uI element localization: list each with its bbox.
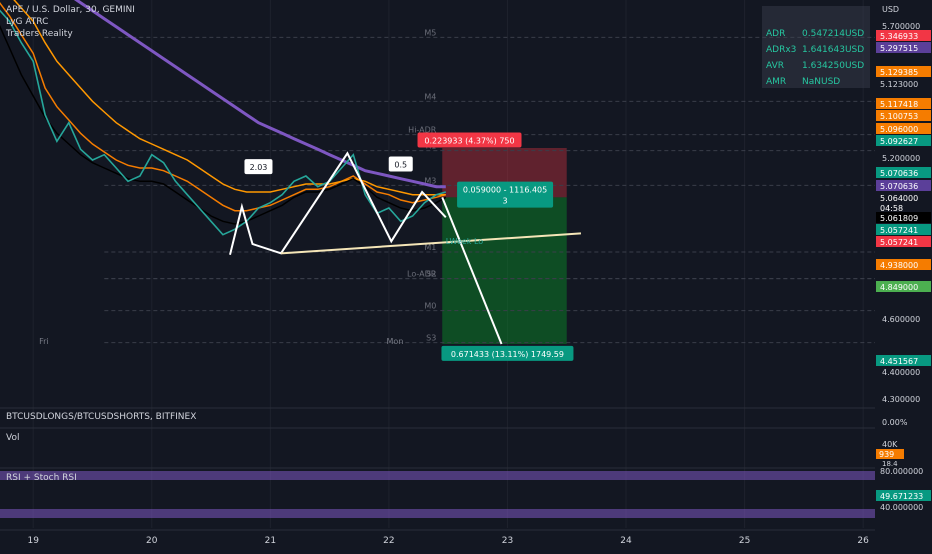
rsi-title[interactable]: RSI + Stoch RSI: [6, 473, 77, 483]
tradingview-chart: M5M4Hi-ADRR1M3M1S2Lo-ADRM0S3 2.030.50.22…: [0, 0, 932, 550]
rsi-lower-band: [0, 509, 875, 518]
volume-title[interactable]: Vol: [6, 433, 19, 443]
symbol-title[interactable]: APE / U.S. Dollar, 30, GEMINI: [6, 4, 135, 16]
stats-row: AVR 1.634250USD: [766, 58, 866, 74]
stats-label: ADR: [766, 29, 786, 39]
stop-label: 0.223933 (4.37%) 750: [424, 137, 514, 146]
price-tag: 5.057241: [880, 226, 918, 235]
rsi-value: 49.671233: [880, 492, 923, 501]
indicator-lyg-atrc[interactable]: LyG ATRC: [6, 16, 135, 28]
fib-b-label: 0.5: [394, 161, 407, 170]
time-tick: 23: [502, 536, 513, 546]
price-tag: 5.070636: [880, 182, 918, 191]
rsi-lower: 40.000000: [880, 503, 923, 512]
take-profit-zone: [442, 197, 567, 344]
level-label: M4: [424, 92, 436, 101]
price-tag: 4.849000: [880, 283, 918, 292]
day-label-fri: Fri: [39, 337, 49, 346]
price-tag: 5.092627: [880, 137, 918, 146]
stats-value: 0.547214USD: [802, 29, 865, 39]
axis-tick: 5.200000: [882, 154, 920, 163]
time-tick: 20: [146, 536, 158, 546]
price-tag: 5.096000: [880, 125, 918, 134]
axis-tick: 4.600000: [882, 315, 920, 324]
price-tag: 5.346933: [880, 32, 918, 41]
price-tag: 5.100753: [880, 112, 918, 121]
entry-label-1: 0.059000 - 1116.405: [463, 186, 547, 195]
axis-currency: USD: [882, 5, 899, 14]
price-tag: 5.297515: [880, 44, 918, 53]
longs-shorts-title[interactable]: BTCUSDLONGS/BTCUSDSHORTS, BITFINEX: [6, 412, 196, 422]
price-tag: 04:58: [880, 204, 903, 213]
fib-a-label: 2.03: [250, 163, 268, 172]
stats-row: ADRx3 1.641643USD: [766, 42, 866, 58]
time-tick: 22: [383, 536, 394, 546]
stats-value: 1.641643USD: [802, 45, 865, 55]
day-label-mon: Mon: [387, 337, 404, 346]
axis-tick: 4.300000: [882, 395, 920, 404]
stats-table: ADR 0.547214USD ADRx3 1.641643USD AVR 1.63425…: [762, 6, 870, 88]
chart-header: APE / U.S. Dollar, 30, GEMINI LyG ATRC T…: [6, 4, 135, 40]
volume-axis: 40K: [882, 440, 898, 449]
stats-value: 1.634250USD: [802, 61, 865, 71]
stats-value: NaNUSD: [802, 77, 841, 87]
price-tag: 5.064000: [880, 194, 918, 203]
entry-label-2: 3: [503, 197, 508, 206]
axis-tick: 5.700000: [882, 22, 920, 31]
longs-shorts-value: 0.00%: [882, 418, 908, 427]
stats-row: AMR NaNUSD: [766, 74, 866, 90]
indicator-traders-reality[interactable]: Traders Reality: [6, 28, 135, 40]
price-tag: 4.451567: [880, 357, 918, 366]
stats-label: AMR: [766, 77, 787, 87]
price-tag: 5.057241: [880, 238, 918, 247]
stats-row: ADR 0.547214USD: [766, 26, 866, 42]
rsi-upper-band: [0, 471, 875, 480]
price-tag: 4.938000: [880, 261, 918, 270]
level-label: S3: [426, 334, 436, 343]
time-tick: 24: [620, 536, 632, 546]
price-axis[interactable]: USD 5.700000 5.200000 4.600000 4.400000 4.300…: [875, 0, 932, 550]
week-low-label: LWeek Lo: [446, 237, 484, 246]
volume-tag-1: 939: [879, 450, 894, 459]
stats-label: AVR: [766, 61, 784, 71]
price-tag: 5.061809: [880, 214, 918, 223]
time-tick: 21: [265, 536, 276, 546]
rsi-upper: 80.000000: [880, 467, 923, 476]
axis-tick: 4.400000: [882, 368, 920, 377]
price-tag: 5.117418: [880, 100, 918, 109]
stats-label: ADRx3: [766, 45, 797, 55]
level-label: M5: [424, 28, 436, 37]
level-label: Lo-ADR: [407, 270, 437, 279]
price-tag: 5.123000: [880, 80, 918, 89]
price-tag: 5.070636: [880, 169, 918, 178]
time-tick: 19: [27, 536, 39, 546]
price-tag: 5.129385: [880, 68, 918, 77]
time-tick: 25: [739, 536, 750, 546]
time-tick: 26: [857, 536, 869, 546]
level-label: M0: [424, 302, 436, 311]
target-label: 0.671433 (13.11%) 1749.59: [451, 350, 564, 359]
